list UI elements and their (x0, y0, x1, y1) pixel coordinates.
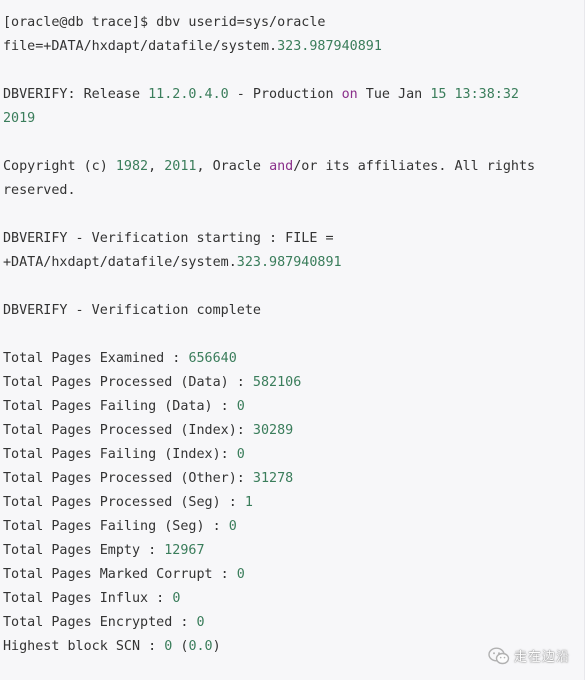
terminal-line: +DATA/hxdapt/datafile/system.323.9879408… (3, 251, 535, 275)
text-token: reserved. (3, 183, 76, 198)
numeric-token: 0 (236, 567, 245, 582)
numeric-token: 656640 (188, 351, 237, 366)
terminal-line: DBVERIFY - Verification starting : FILE … (3, 227, 535, 251)
text-token: Total Pages Failing (Data) : (3, 399, 237, 414)
numeric-token: 2011 (164, 159, 197, 174)
text-token: /or its affiliates. All rights (293, 159, 536, 174)
numeric-token: 1 (244, 495, 253, 510)
numeric-token: 31278 (252, 471, 294, 486)
text-token: - Production (228, 87, 342, 102)
text-token: Total Pages Influx : (3, 591, 173, 606)
text-token: , Oracle (196, 159, 270, 174)
numeric-token: 12967 (164, 543, 205, 558)
text-token: [oracle@db trace]$ dbv userid=sys/oracle (3, 15, 326, 30)
terminal-line: file=+DATA/hxdapt/datafile/system.323.98… (3, 35, 535, 59)
watermark-text: 走在边沿 (513, 650, 570, 665)
text-token: Total Pages Marked Corrupt : (3, 567, 237, 582)
numeric-token: 323.987940891 (236, 255, 342, 270)
numeric-token: 15 (430, 87, 447, 102)
text-token: Copyright (c) (3, 159, 116, 174)
numeric-token: 0.0 (188, 639, 213, 654)
terminal-line: Total Pages Processed (Data) : 582106 (3, 371, 535, 395)
keyword-token: and (269, 159, 294, 174)
terminal-line: [oracle@db trace]$ dbv userid=sys/oracle (3, 11, 535, 35)
numeric-token: 0 (228, 519, 237, 534)
terminal-line: Total Pages Failing (Seg) : 0 (3, 515, 535, 539)
text-token: Total Pages Processed (Data) : (3, 375, 253, 390)
text-token: Total Pages Empty : (3, 543, 165, 558)
watermark: 走在边沿 (488, 646, 570, 665)
terminal-line: Total Pages Influx : 0 (3, 587, 535, 611)
numeric-token: 30289 (252, 423, 294, 438)
terminal-line: Total Pages Processed (Other): 31278 (3, 467, 535, 491)
numeric-token: 0 (236, 447, 245, 462)
numeric-token: 2019 (3, 111, 36, 126)
terminal-line: Total Pages Marked Corrupt : 0 (3, 563, 535, 587)
keyword-token: on (341, 87, 358, 102)
terminal-line: Total Pages Processed (Seg) : 1 (3, 491, 535, 515)
numeric-token: 0 (236, 399, 245, 414)
text-token: Total Pages Encrypted : (3, 615, 197, 630)
text-token: Total Pages Failing (Seg) : (3, 519, 229, 534)
terminal-line: Total Pages Processed (Index): 30289 (3, 419, 535, 443)
text-token: , (148, 159, 165, 174)
numeric-token: 0 (196, 615, 205, 630)
text-token: DBVERIFY - Verification starting : FILE … (3, 231, 334, 246)
terminal-line: Total Pages Encrypted : 0 (3, 611, 535, 635)
text-token: Tue Jan (357, 87, 431, 102)
text-token: Total Pages Processed (Index): (3, 423, 253, 438)
numeric-token: 582106 (252, 375, 302, 390)
text-token: +DATA/hxdapt/datafile/system. (3, 255, 237, 270)
text-token: DBVERIFY - Verification complete (3, 303, 261, 318)
text-token: Total Pages Examined : (3, 351, 189, 366)
numeric-token: 1982 (115, 159, 149, 174)
numeric-token: 13:38:32 (454, 87, 520, 102)
terminal-output: [oracle@db trace]$ dbv userid=sys/oracle… (3, 11, 535, 659)
code-block: [oracle@db trace]$ dbv userid=sys/oracle… (0, 0, 585, 680)
numeric-token: 11.2.0.4.0 (148, 87, 229, 102)
text-token: Total Pages Processed (Seg) : (3, 495, 245, 510)
text-token: file=+DATA/hxdapt/datafile/system. (3, 39, 278, 54)
terminal-line: Copyright (c) 1982, 2011, Oracle and/or … (3, 155, 535, 179)
terminal-line: reserved. (3, 179, 535, 203)
terminal-line: 2019 (3, 107, 535, 131)
text-token: ) (212, 639, 221, 654)
text-token: DBVERIFY: Release (3, 87, 149, 102)
terminal-line: Total Pages Failing (Data) : 0 (3, 395, 535, 419)
text-token: ( (172, 639, 189, 654)
terminal-line: DBVERIFY - Verification complete (3, 299, 535, 323)
text-token: Highest block SCN : (3, 639, 165, 654)
terminal-line: Total Pages Empty : 12967 (3, 539, 535, 563)
terminal-line: Total Pages Failing (Index): 0 (3, 443, 535, 467)
terminal-line: Total Pages Examined : 656640 (3, 347, 535, 371)
terminal-line: DBVERIFY: Release 11.2.0.4.0 - Productio… (3, 83, 535, 107)
terminal-line: Highest block SCN : 0 (0.0) (3, 635, 535, 659)
text-token: Total Pages Processed (Other): (3, 471, 253, 486)
wechat-icon (488, 646, 510, 665)
numeric-token: 323.987940891 (277, 39, 382, 54)
text-token: Total Pages Failing (Index): (3, 447, 237, 462)
numeric-token: 0 (172, 591, 181, 606)
